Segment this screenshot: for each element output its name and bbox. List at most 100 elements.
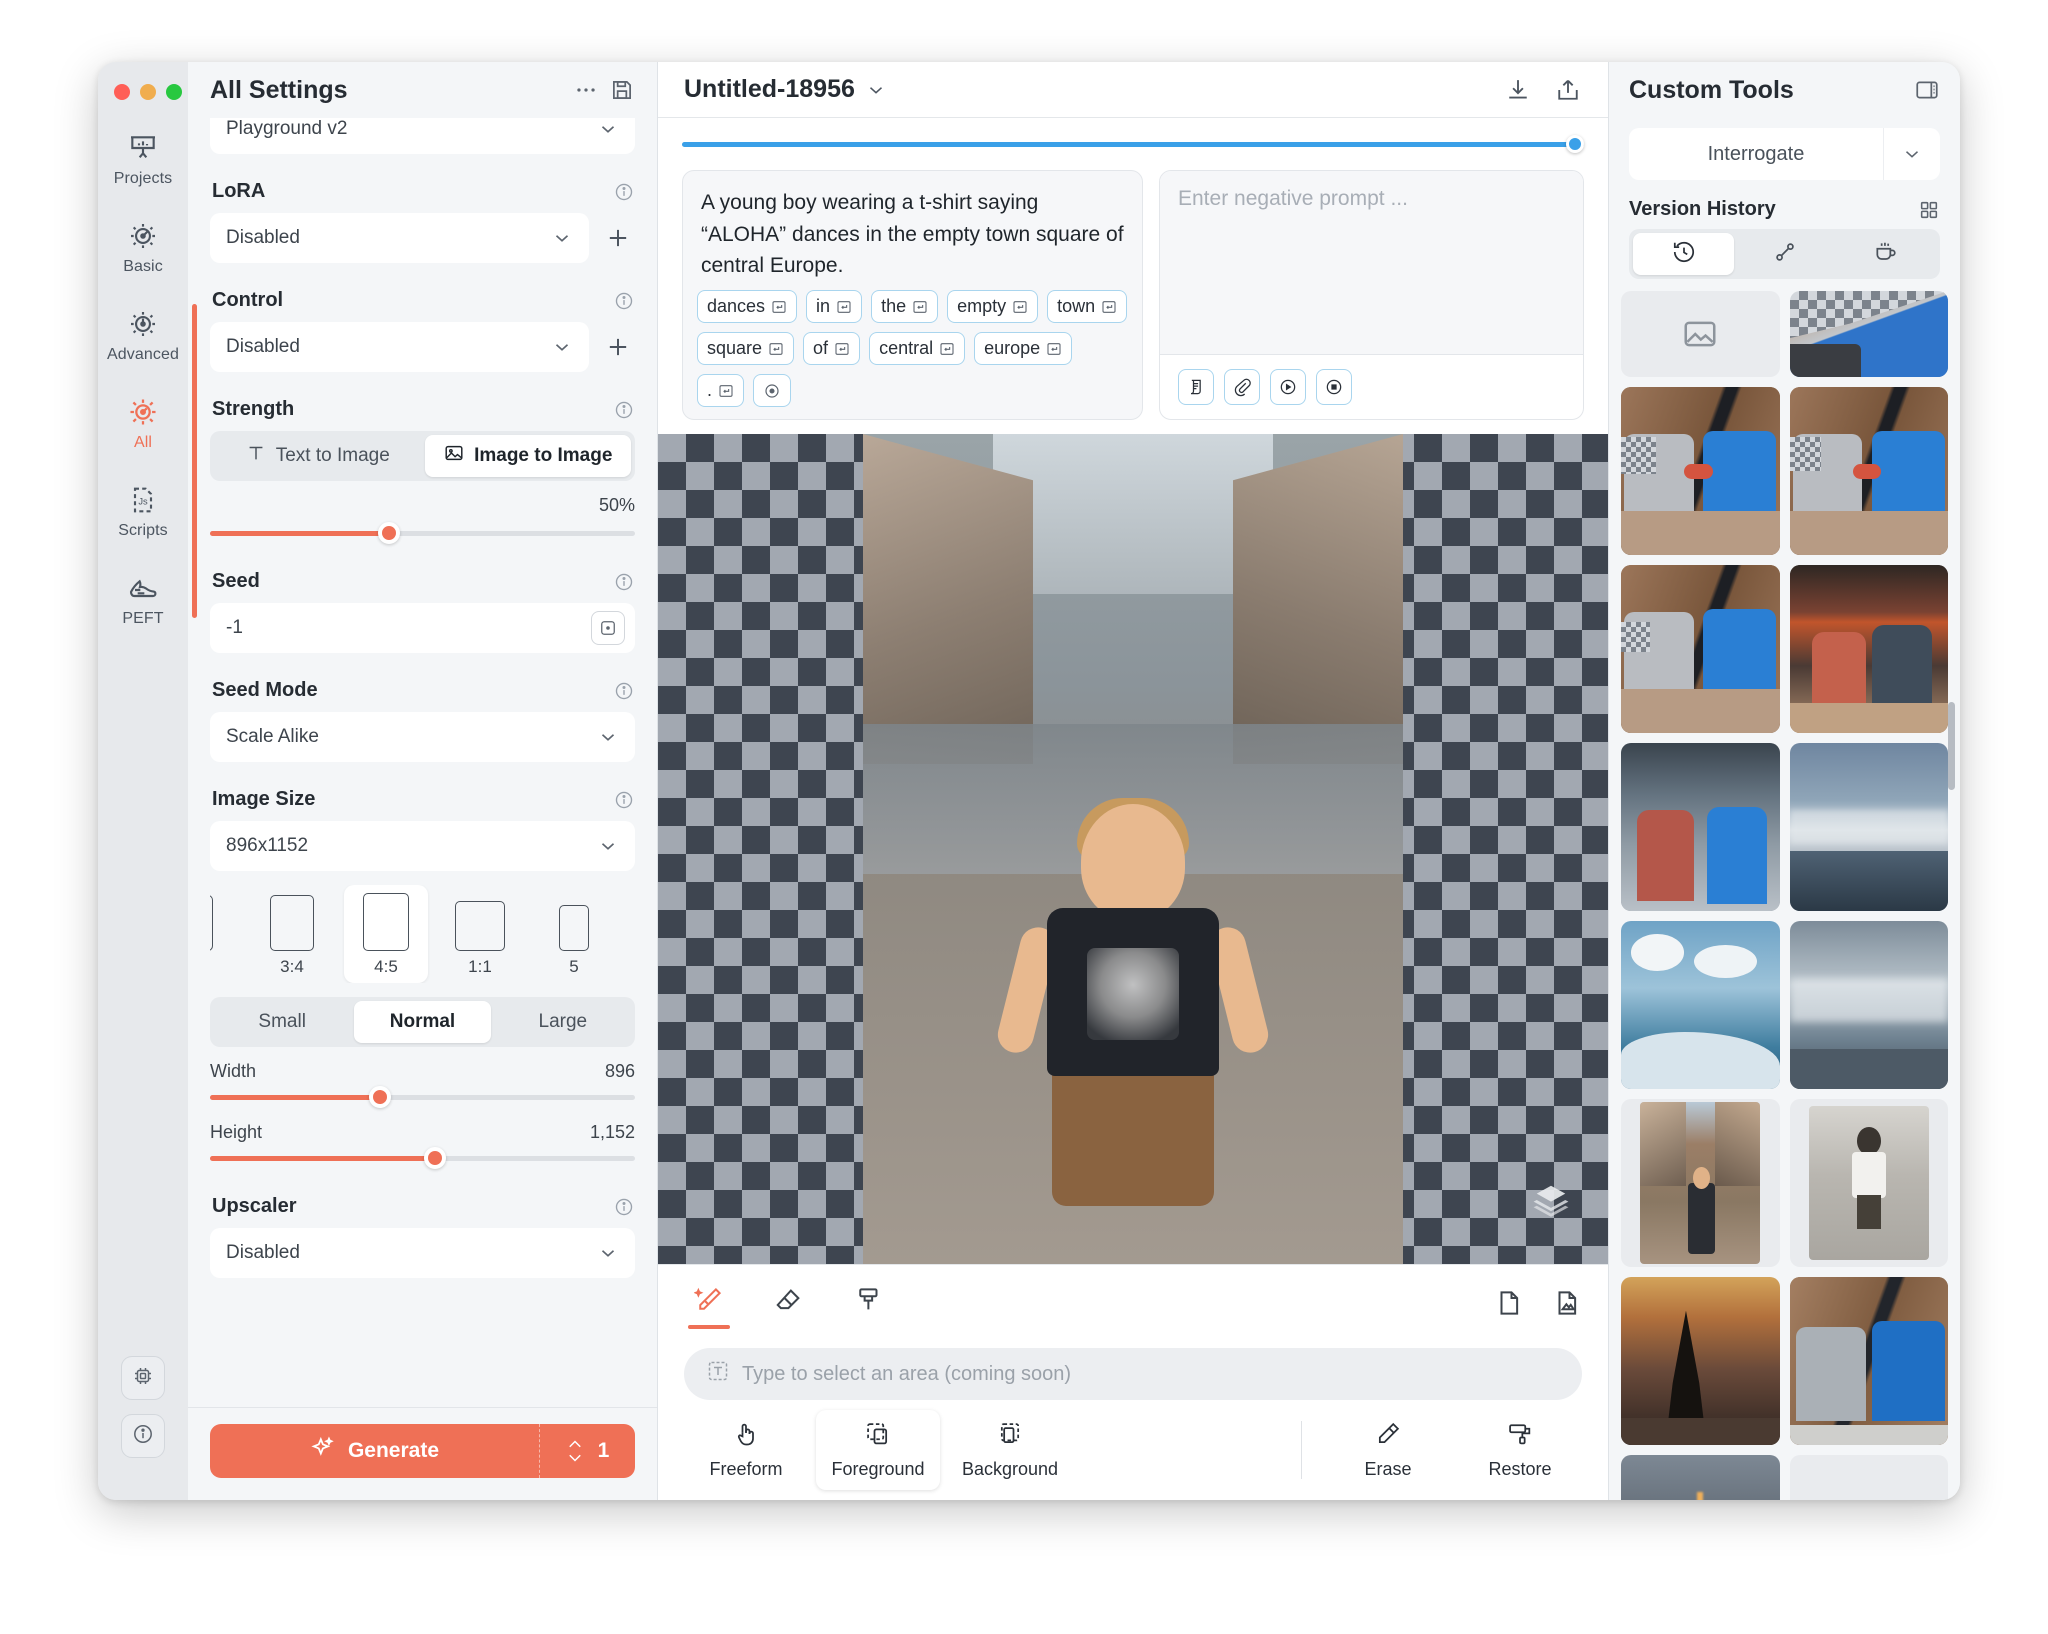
height-slider[interactable] xyxy=(210,1147,635,1169)
image-canvas[interactable] xyxy=(658,434,1608,1264)
sidebar-item-projects[interactable]: Projects xyxy=(98,132,188,188)
tool-magic-wand[interactable] xyxy=(684,1275,734,1331)
aspect-ratio-option[interactable]: 3 xyxy=(210,887,240,983)
sidebar-item-scripts[interactable]: Js Scripts xyxy=(98,484,188,540)
share-icon[interactable] xyxy=(1554,76,1582,104)
version-history-scrollbar[interactable] xyxy=(1948,702,1955,790)
list-item[interactable] xyxy=(1621,1277,1780,1445)
list-item[interactable] xyxy=(1789,921,1948,1089)
info-circle-icon[interactable] xyxy=(613,571,635,593)
slider-knob[interactable] xyxy=(369,1086,391,1108)
token-chip-record[interactable] xyxy=(753,374,792,407)
token-chip[interactable]: of xyxy=(803,332,861,365)
panel-layout-icon[interactable] xyxy=(1914,77,1940,103)
tool-brush[interactable] xyxy=(844,1275,894,1331)
generate-button[interactable]: Generate 1 xyxy=(210,1424,635,1478)
paperclip-icon[interactable] xyxy=(1224,369,1260,405)
upscaler-select[interactable]: Disabled xyxy=(210,1228,635,1278)
seed-input[interactable]: -1 xyxy=(210,603,635,653)
list-item[interactable] xyxy=(1789,387,1948,555)
download-icon[interactable] xyxy=(1504,76,1532,104)
token-chip[interactable]: in xyxy=(806,290,863,323)
aspect-ratio-option-selected[interactable]: 4:5 xyxy=(344,885,428,983)
info-circle-icon[interactable] xyxy=(613,680,635,702)
token-chip[interactable]: central xyxy=(869,332,966,365)
close-window-button[interactable] xyxy=(114,84,130,100)
add-lora-button[interactable] xyxy=(601,221,635,255)
list-item[interactable] xyxy=(1789,1277,1948,1445)
scroll-icon[interactable] xyxy=(1178,369,1214,405)
aspect-ratio-option[interactable]: 1:1 xyxy=(438,893,522,983)
info-circle-icon[interactable] xyxy=(613,181,635,203)
info-circle-icon[interactable] xyxy=(613,399,635,421)
list-item[interactable] xyxy=(1621,921,1780,1089)
sidebar-item-advanced[interactable]: Advanced xyxy=(98,308,188,364)
prompt-input[interactable]: A young boy wearing a t-shirt saying “AL… xyxy=(682,170,1143,420)
mode-foreground[interactable]: Foreground xyxy=(816,1410,940,1490)
list-item[interactable] xyxy=(1621,565,1780,733)
cpu-chip-button[interactable] xyxy=(121,1356,165,1400)
ellipsis-icon[interactable] xyxy=(573,77,599,103)
tab-coffee[interactable] xyxy=(1835,233,1936,275)
dice-icon[interactable] xyxy=(591,611,625,645)
area-select-input[interactable]: Type to select an area (coming soon) xyxy=(684,1348,1582,1400)
token-chip[interactable]: dances xyxy=(697,290,798,323)
sidebar-item-all[interactable]: All xyxy=(98,396,188,452)
negative-prompt-input[interactable]: Enter negative prompt ... xyxy=(1160,171,1583,355)
play-circle-icon[interactable] xyxy=(1270,369,1306,405)
list-item[interactable] xyxy=(1789,743,1948,911)
list-item[interactable] xyxy=(1621,291,1780,377)
lora-select[interactable]: Disabled xyxy=(210,213,589,263)
settings-scrollbar[interactable] xyxy=(192,304,197,618)
list-item[interactable] xyxy=(1789,1099,1948,1267)
interrogate-dropdown[interactable]: Interrogate xyxy=(1629,128,1940,180)
token-chip[interactable]: square xyxy=(697,332,795,365)
size-preset-large[interactable]: Large xyxy=(495,1001,631,1043)
minimize-window-button[interactable] xyxy=(140,84,156,100)
action-restore[interactable]: Restore xyxy=(1458,1410,1582,1490)
token-chip[interactable]: europe xyxy=(974,332,1073,365)
tab-graph[interactable] xyxy=(1734,233,1835,275)
size-preset-small[interactable]: Small xyxy=(214,1001,350,1043)
chevron-up-down-icon[interactable] xyxy=(566,1439,584,1463)
token-chip[interactable]: . xyxy=(697,374,745,407)
token-chip[interactable]: empty xyxy=(947,290,1039,323)
tool-eraser[interactable] xyxy=(764,1275,814,1331)
generate-count-stepper[interactable]: 1 xyxy=(539,1424,635,1478)
page-icon[interactable] xyxy=(1494,1288,1524,1318)
control-select[interactable]: Disabled xyxy=(210,322,589,372)
token-chip[interactable]: town xyxy=(1047,290,1128,323)
settings-scroll-area[interactable]: Playground v2 LoRA Disabled Control Disa… xyxy=(188,118,657,1407)
version-history-grid[interactable] xyxy=(1621,291,1948,1500)
list-item[interactable] xyxy=(1789,565,1948,733)
sidebar-item-basic[interactable]: Basic xyxy=(98,220,188,276)
layers-icon[interactable] xyxy=(1532,1181,1570,1224)
grid-view-icon[interactable] xyxy=(1918,199,1940,221)
list-item[interactable] xyxy=(1621,1099,1780,1267)
tab-history[interactable] xyxy=(1633,233,1734,275)
list-item[interactable] xyxy=(1621,387,1780,555)
slider-knob[interactable] xyxy=(1566,135,1584,153)
tab-text-to-image[interactable]: Text to Image xyxy=(214,435,421,477)
progress-slider[interactable] xyxy=(682,135,1584,153)
list-item[interactable] xyxy=(1789,291,1948,377)
mode-background[interactable]: Background xyxy=(948,1410,1072,1490)
list-item[interactable] xyxy=(1789,1455,1948,1500)
aspect-ratio-option[interactable]: 5 xyxy=(532,897,616,983)
add-control-button[interactable] xyxy=(601,330,635,364)
model-select[interactable]: Playground v2 xyxy=(210,118,635,154)
list-item[interactable] xyxy=(1621,743,1780,911)
chevron-down-icon[interactable] xyxy=(1884,143,1940,165)
zoom-window-button[interactable] xyxy=(166,84,182,100)
list-item[interactable] xyxy=(1621,1455,1780,1500)
token-chip[interactable]: the xyxy=(871,290,939,323)
seed-mode-select[interactable]: Scale Alike xyxy=(210,712,635,762)
info-circle-icon[interactable] xyxy=(613,290,635,312)
size-preset-normal[interactable]: Normal xyxy=(354,1001,491,1043)
floppy-disk-icon[interactable] xyxy=(609,77,635,103)
image-page-icon[interactable] xyxy=(1552,1288,1582,1318)
tab-image-to-image[interactable]: Image to Image xyxy=(424,435,631,477)
mode-freeform[interactable]: Freeform xyxy=(684,1410,808,1490)
width-slider[interactable] xyxy=(210,1086,635,1108)
action-erase[interactable]: Erase xyxy=(1326,1410,1450,1490)
